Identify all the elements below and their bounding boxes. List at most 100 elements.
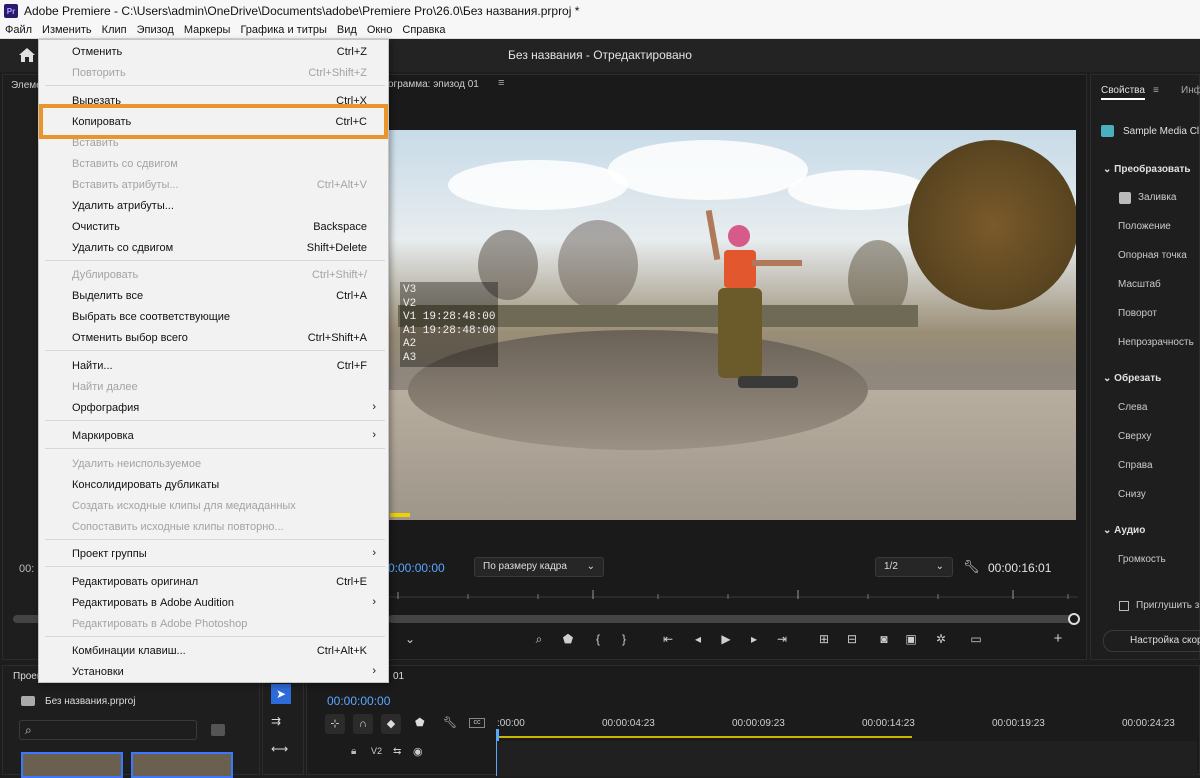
scrubber-handle[interactable] <box>1068 613 1080 625</box>
section-audio[interactable]: ⌄ Аудио <box>1103 525 1145 536</box>
play-icon[interactable]: ▶ <box>718 631 734 647</box>
step-back-icon[interactable]: ◂ <box>690 631 706 647</box>
prop-scale[interactable]: Масштаб <box>1118 279 1161 290</box>
menu-item-preferences[interactable]: Установки › <box>39 662 388 682</box>
menu-view[interactable]: Вид <box>332 22 362 39</box>
eye-icon[interactable]: ◉ <box>413 745 423 758</box>
menu-item-consolidate[interactable]: Консолидировать дубликаты <box>39 475 388 495</box>
ruler-label: 00:00:14:23 <box>862 718 915 729</box>
prop-crop-bottom[interactable]: Снизу <box>1118 489 1146 500</box>
section-crop[interactable]: ⌄ Обрезать <box>1103 373 1161 384</box>
menu-item-keyboard-shortcuts[interactable]: Комбинации клавиш... Ctrl+Alt+K <box>39 641 388 661</box>
marker-icon[interactable]: ⬟ <box>560 631 576 647</box>
menu-markers[interactable]: Маркеры <box>179 22 236 39</box>
export-frame-icon[interactable]: ⌕ <box>531 631 547 647</box>
mute-checkbox[interactable] <box>1119 601 1129 611</box>
resolution-select[interactable]: 1/2 ⌄ <box>875 557 953 577</box>
section-transform[interactable]: ⌄ Преобразовать <box>1103 164 1191 175</box>
program-monitor: ограмма: эпизод 01 ≡ V3 V2 V1 19:28:48:0… <box>387 74 1087 660</box>
tab-properties[interactable]: Свойства <box>1101 85 1145 100</box>
prop-opacity[interactable]: Непрозрачность <box>1118 337 1194 348</box>
mark-out-icon[interactable]: } <box>616 631 632 647</box>
wrench-icon[interactable]: 🔧︎ <box>443 716 457 729</box>
menu-item-select-all[interactable]: Выделить все Ctrl+A <box>39 286 388 306</box>
program-scrubber[interactable] <box>388 613 1080 625</box>
prop-position[interactable]: Положение <box>1118 221 1171 232</box>
ripple-tool-icon[interactable]: ⟷ <box>271 742 288 756</box>
captions-icon[interactable]: cc <box>469 718 485 728</box>
menu-item-labels[interactable]: Маркировка › <box>39 426 388 446</box>
menu-help[interactable]: Справка <box>397 22 450 39</box>
track-select-tool-icon[interactable]: ⇉ <box>271 714 281 728</box>
menu-item-undo[interactable]: Отменить Ctrl+Z <box>39 42 388 62</box>
more-icon[interactable]: ⌄ <box>402 631 418 647</box>
transport-controls: ⌄ ⌕ ⬟ { } ⇤ ◂ ▶ ▸ ⇥ ⊞ ⊟ ◙ ▣ ✲ ▭ + <box>388 631 1078 653</box>
menu-item-deselect-all[interactable]: Отменить выбор всего Ctrl+Shift+A <box>39 328 388 348</box>
menu-item-remove-attributes[interactable]: Удалить атрибуты... <box>39 196 388 216</box>
menu-item-find[interactable]: Найти... Ctrl+F <box>39 356 388 376</box>
menu-edit[interactable]: Изменить <box>37 22 97 39</box>
mark-in-icon[interactable]: { <box>590 631 606 647</box>
speed-settings-button[interactable]: Настройка скор <box>1103 630 1200 652</box>
lock-icon[interactable]: 🔒︎ <box>351 746 356 757</box>
panel-menu-icon[interactable]: ≡ <box>498 77 504 89</box>
prop-crop-top[interactable]: Сверху <box>1118 431 1151 442</box>
prop-anchor[interactable]: Опорная точка <box>1118 250 1187 261</box>
vr-icon[interactable]: ✲ <box>933 631 949 647</box>
media-thumbnail[interactable] <box>131 752 233 778</box>
menu-graphics[interactable]: Графика и титры <box>235 22 331 39</box>
panel-menu-icon[interactable]: ≡ <box>1153 85 1159 96</box>
menu-item-paste-attributes: Вставить атрибуты... Ctrl+Alt+V <box>72 179 367 191</box>
track-v2[interactable] <box>497 741 1197 776</box>
program-tab[interactable]: ограмма: эпизод 01 <box>388 79 479 90</box>
compare-icon[interactable]: ▣ <box>903 631 919 647</box>
menu-sequence[interactable]: Эпизод <box>132 22 179 39</box>
menu-item-spelling[interactable]: Орфография › <box>39 398 388 418</box>
timeline-timecode[interactable]: 00:00:00:00 <box>327 694 390 708</box>
video-frame: V3 V2 V1 19:28:48:00 A1 19:28:48:00 A2 A… <box>388 130 1076 520</box>
prop-crop-left[interactable]: Слева <box>1118 402 1147 413</box>
program-timecode-current[interactable]: 0:00:00:00 <box>388 561 445 575</box>
menu-item-edit-original[interactable]: Редактировать оригинал Ctrl+E <box>39 572 388 592</box>
add-marker-icon[interactable]: ◆ <box>381 714 401 734</box>
chevron-right-icon: › <box>372 547 376 559</box>
tab-info[interactable]: Инф <box>1181 85 1200 96</box>
prop-rotation[interactable]: Поворот <box>1118 308 1157 319</box>
menu-window[interactable]: Окно <box>362 22 398 39</box>
lift-icon[interactable]: ⊞ <box>816 631 832 647</box>
media-thumbnail[interactable] <box>21 752 123 778</box>
time-ruler[interactable] <box>388 587 1078 601</box>
extract-icon[interactable]: ⊟ <box>844 631 860 647</box>
menu-item-clear[interactable]: Очистить Backspace <box>39 217 388 237</box>
overlay-v1: V1 19:28:48:00 <box>403 311 496 323</box>
work-area-bar[interactable] <box>497 736 912 738</box>
menu-file[interactable]: Файл <box>0 22 37 39</box>
project-file-name: Без названия.prproj <box>45 696 136 707</box>
menu-item-select-matching[interactable]: Выбрать все соответствующие <box>39 307 388 327</box>
fill-icon <box>1119 192 1131 204</box>
go-to-in-icon[interactable]: ⇤ <box>660 631 676 647</box>
marker-icon[interactable]: ⬟ <box>415 716 425 729</box>
project-search-input[interactable]: ⌕ <box>19 720 197 740</box>
linked-selection-icon[interactable]: ∩ <box>353 714 373 734</box>
menu-clip[interactable]: Клип <box>97 22 132 39</box>
camera-icon[interactable]: ◙ <box>876 631 892 647</box>
go-to-out-icon[interactable]: ⇥ <box>774 631 790 647</box>
chevron-right-icon: › <box>372 665 376 677</box>
prop-fill[interactable]: Заливка <box>1138 192 1177 203</box>
menu-item-ripple-delete[interactable]: Удалить со сдвигом Shift+Delete <box>39 238 388 258</box>
tab-sequence[interactable]: 01 <box>393 671 404 682</box>
prop-crop-right[interactable]: Справа <box>1118 460 1153 471</box>
wrench-icon[interactable]: 🔧︎ <box>963 559 980 575</box>
selection-tool-icon[interactable]: ➤ <box>271 684 291 704</box>
new-bin-icon[interactable] <box>211 724 225 736</box>
prop-volume[interactable]: Громкость <box>1118 554 1166 565</box>
safe-margins-icon[interactable]: ▭ <box>968 631 984 647</box>
snap-icon[interactable]: ⊹ <box>325 714 345 734</box>
sync-lock-icon[interactable]: ⇆ <box>393 746 401 757</box>
menu-item-edit-audition[interactable]: Редактировать в Adobe Audition › <box>39 593 388 613</box>
menu-item-team-project[interactable]: Проект группы › <box>39 544 388 564</box>
step-forward-icon[interactable]: ▸ <box>746 631 762 647</box>
fit-select[interactable]: По размеру кадра ⌄ <box>474 557 604 577</box>
add-button-icon[interactable]: + <box>1050 631 1066 647</box>
